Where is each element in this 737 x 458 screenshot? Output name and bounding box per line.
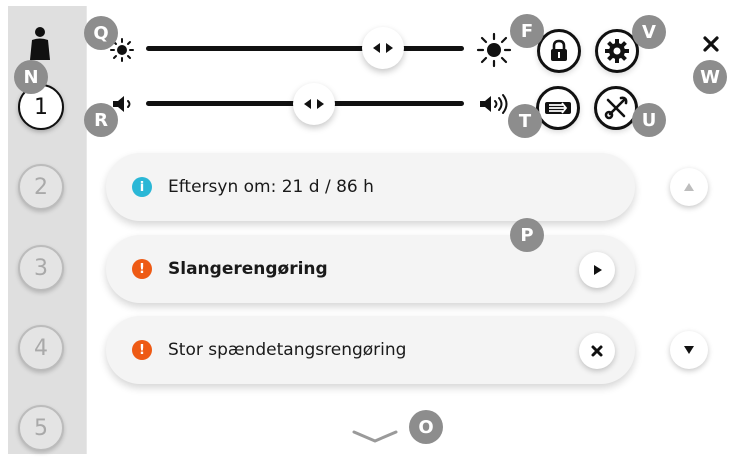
marker-r: R	[84, 103, 118, 137]
marker-p: P	[510, 218, 544, 252]
gear-icon	[605, 39, 629, 63]
drag-arrows-icon	[304, 99, 324, 109]
marker-u: U	[632, 103, 666, 137]
scroll-up-button[interactable]	[670, 168, 708, 206]
message-text: Eftersyn om: 21 d / 86 h	[168, 177, 374, 197]
close-icon	[591, 345, 603, 357]
info-icon: i	[132, 177, 152, 197]
warning-icon: !	[132, 340, 152, 360]
user-button-3[interactable]: 3	[18, 245, 64, 291]
marker-q: Q	[84, 16, 118, 50]
marker-n: N	[14, 60, 48, 94]
message-card-service: i Eftersyn om: 21 d / 86 h	[106, 153, 635, 221]
flush-button[interactable]	[536, 86, 580, 130]
message-text: Stor spændetangsrengøring	[168, 340, 407, 360]
person-icon	[30, 27, 50, 60]
marker-v: V	[632, 15, 666, 49]
close-icon[interactable]	[700, 33, 722, 55]
drag-arrows-icon	[373, 43, 393, 53]
start-cleaning-button[interactable]	[579, 252, 615, 288]
marker-w: W	[693, 60, 727, 94]
marker-f: F	[510, 14, 544, 48]
brightness-slider-handle[interactable]	[362, 27, 404, 69]
volume-slider-handle[interactable]	[293, 83, 335, 125]
lock-button[interactable]	[537, 29, 581, 73]
speaker-high-icon[interactable]	[478, 92, 510, 116]
message-card-hose-cleaning: ! Slangerengøring	[106, 235, 635, 303]
user-button-2[interactable]: 2	[18, 164, 64, 210]
lock-icon	[551, 39, 567, 61]
triangle-up-icon	[684, 183, 694, 191]
chevron-down-icon[interactable]	[350, 426, 400, 446]
rail-divider	[86, 6, 87, 454]
warning-icon: !	[132, 259, 152, 279]
flush-icon	[545, 102, 571, 114]
brightness-slider-track[interactable]	[146, 46, 464, 51]
message-text: Slangerengøring	[168, 259, 328, 279]
dismiss-message-button[interactable]	[579, 333, 615, 369]
sun-large-icon[interactable]	[476, 32, 512, 68]
control-panel: 1 2 3 4 5 i Eftersyn om: 21 d / 86 h ! S…	[0, 0, 737, 458]
play-icon	[594, 265, 602, 275]
triangle-down-icon	[684, 346, 694, 354]
marker-o: O	[409, 410, 443, 444]
tools-icon	[604, 96, 628, 120]
marker-t: T	[508, 104, 542, 138]
message-card-collet-cleaning: ! Stor spændetangsrengøring	[106, 316, 635, 384]
user-button-4[interactable]: 4	[18, 325, 64, 371]
user-button-5[interactable]: 5	[18, 405, 64, 451]
scroll-down-button[interactable]	[670, 331, 708, 369]
